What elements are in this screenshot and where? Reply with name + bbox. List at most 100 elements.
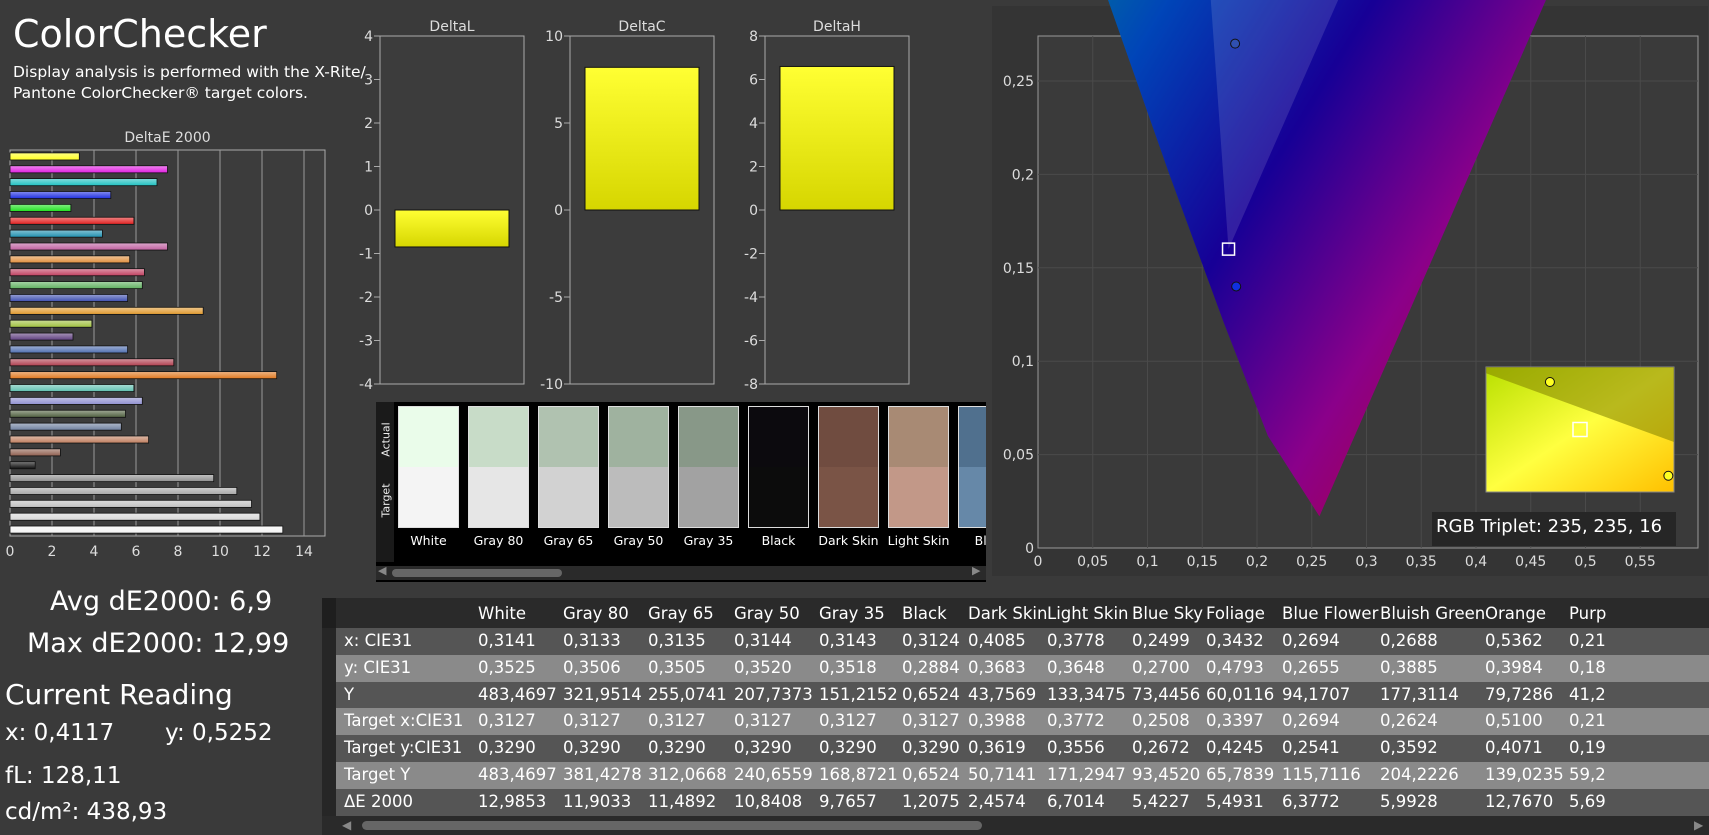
column-header[interactable]: Blue Flower <box>1282 604 1378 623</box>
table-cell: 0,3143 <box>819 631 877 650</box>
table-cell: 0,3290 <box>819 738 877 758</box>
table-cell: 0,3124 <box>902 631 960 650</box>
table-cell: 207,7373 <box>734 684 813 704</box>
scrollbar-thumb[interactable] <box>392 569 562 577</box>
table-row[interactable]: Target y:CIE31 0,3290 0,3290 0,3290 0,3290 0,… <box>322 735 1709 763</box>
data-table: White Gray 80 Gray 65 Gray 50 Gray 35 Black Da… <box>322 598 1709 835</box>
column-header[interactable]: Foliage <box>1206 604 1265 623</box>
deltae-chart-title: DeltaE 2000 <box>124 130 211 146</box>
table-cell: 0,4071 <box>1485 738 1543 758</box>
column-header[interactable]: Bluish Green <box>1380 604 1485 623</box>
table-cell: 0,3290 <box>563 738 621 758</box>
column-header[interactable]: Gray 35 <box>819 604 885 623</box>
delta-tick-label: 3 <box>364 73 373 89</box>
current-reading-title: Current Reading <box>5 678 233 711</box>
column-header[interactable]: Dark Skin <box>968 604 1047 623</box>
deltae-bar <box>9 422 122 431</box>
deltae-bar <box>9 294 128 302</box>
table-cell: 0,5100 <box>1485 711 1543 731</box>
header-handle <box>322 598 336 628</box>
row-label: ΔE 2000 <box>344 791 413 811</box>
cie-y-tick-label: 0,15 <box>1003 261 1034 277</box>
deltae-bar <box>9 268 145 277</box>
swatch-frame <box>608 406 669 528</box>
swatch-frame <box>958 406 986 528</box>
deltae-bar <box>9 512 261 521</box>
row-handle <box>322 762 336 789</box>
column-header[interactable]: Gray 65 <box>648 604 714 623</box>
delta-tick-label: 2 <box>364 116 373 132</box>
table-cell: 5,69 <box>1569 791 1606 811</box>
column-header[interactable]: Gray 50 <box>734 604 800 623</box>
delta-tick-label: -3 <box>359 334 373 350</box>
table-header: White Gray 80 Gray 65 Gray 50 Gray 35 Black Da… <box>322 598 1709 628</box>
cie-x-tick-label: 0,3 <box>1355 554 1377 570</box>
table-cell: 0,3290 <box>734 738 792 758</box>
table-cell: 168,8721 <box>819 765 898 784</box>
row-handle <box>322 735 336 763</box>
table-row[interactable]: Target x:CIE31 0,3127 0,3127 0,3127 0,3127 0,… <box>322 708 1709 736</box>
current-fl: fL: 128,11 <box>5 763 122 789</box>
cie-diagram: 0 0,05 0,1 0,15 0,2 0,25 0,3 0,35 0,4 0,45 0,5 0,55… <box>1003 0 1709 570</box>
deltae-bar <box>9 461 36 470</box>
table-row[interactable]: Target Y 483,4697 381,4278 312,0668 240,6559… <box>322 762 1709 789</box>
row-label: y: CIE31 <box>344 657 412 677</box>
deltae-bar <box>9 332 74 341</box>
delta-tick-label: -2 <box>359 290 373 306</box>
delta-bar <box>584 66 700 211</box>
column-header[interactable]: Light Skin <box>1047 604 1129 623</box>
delta-tick-label: -4 <box>744 290 758 306</box>
table-row[interactable]: Y 483,4697 321,9514 255,0741 207,7373 151,215… <box>322 681 1709 709</box>
table-cell: 50,7141 <box>968 765 1037 784</box>
swatch: Dark Skin <box>818 406 879 562</box>
table-scroll-left-arrow-icon[interactable]: ◀ <box>342 818 351 832</box>
column-header[interactable]: White <box>478 604 526 623</box>
table-cell: 0,3144 <box>734 631 792 650</box>
table-cell: 0,3290 <box>478 738 536 758</box>
deltae-bar <box>9 525 284 534</box>
table-cell: 0,21 <box>1569 631 1606 650</box>
cie-inset-point <box>1544 377 1555 387</box>
column-header[interactable]: Orange <box>1485 604 1546 623</box>
table-cell: 0,3432 <box>1206 631 1264 650</box>
table-cell: 151,2152 <box>819 684 898 704</box>
table-cell: 0,2688 <box>1380 631 1438 650</box>
table-cell: 0,2700 <box>1132 657 1190 677</box>
swatch: Gray 80 <box>468 406 529 562</box>
scroll-left-arrow-icon[interactable]: ◀ <box>378 564 386 577</box>
table-cell: 0,3290 <box>648 738 706 758</box>
cie-x-tick-label: 0,2 <box>1246 554 1268 570</box>
table-cell: 0,4245 <box>1206 738 1264 758</box>
table-cell: 0,3556 <box>1047 738 1105 758</box>
column-header[interactable]: Gray 80 <box>563 604 629 623</box>
table-scrollbar[interactable]: ◀ ▶ <box>322 816 1709 835</box>
table-scroll-right-arrow-icon[interactable]: ▶ <box>1694 818 1703 832</box>
swatch: Gray 65 <box>538 406 599 562</box>
delta-tick-label: 4 <box>749 116 758 132</box>
delta-bar <box>394 209 510 248</box>
table-cell: 12,9853 <box>478 791 547 811</box>
table-cell: 0,3397 <box>1206 711 1264 731</box>
deltae-bar <box>9 281 143 290</box>
column-header[interactable]: Purp <box>1569 604 1606 623</box>
column-header[interactable]: Blue Sky <box>1132 604 1203 623</box>
table-scrollbar-thumb[interactable] <box>362 821 982 830</box>
swatch-scrollbar[interactable]: ◀ ▶ <box>376 564 986 580</box>
table-cell: 10,8408 <box>734 791 803 811</box>
deltae-tick-label: 14 <box>295 544 313 560</box>
cie-y-tick-label: 0,25 <box>1003 74 1034 90</box>
column-header[interactable]: Black <box>902 604 947 623</box>
cie-x-tick-label: 0,25 <box>1296 554 1327 570</box>
table-cell: 0,2499 <box>1132 631 1190 650</box>
table-row[interactable]: x: CIE31 0,3141 0,3133 0,3135 0,3144 0,3143 0,… <box>322 628 1709 655</box>
swatch-frame <box>818 406 879 528</box>
table-row[interactable]: y: CIE31 0,3525 0,3506 0,3505 0,3520 0,3518 0,… <box>322 654 1709 682</box>
delta-tick-label: -5 <box>549 290 563 306</box>
scroll-right-arrow-icon[interactable]: ▶ <box>972 564 980 577</box>
table-cell: 0,2672 <box>1132 738 1190 758</box>
table-cell: 0,3127 <box>819 711 877 731</box>
table-cell: 381,4278 <box>563 765 642 784</box>
table-cell: 204,2226 <box>1380 765 1459 784</box>
table-row[interactable]: ΔE 2000 12,9853 11,9033 11,4892 10,8408 9,765… <box>322 788 1709 816</box>
table-cell: 2,4574 <box>968 791 1026 811</box>
